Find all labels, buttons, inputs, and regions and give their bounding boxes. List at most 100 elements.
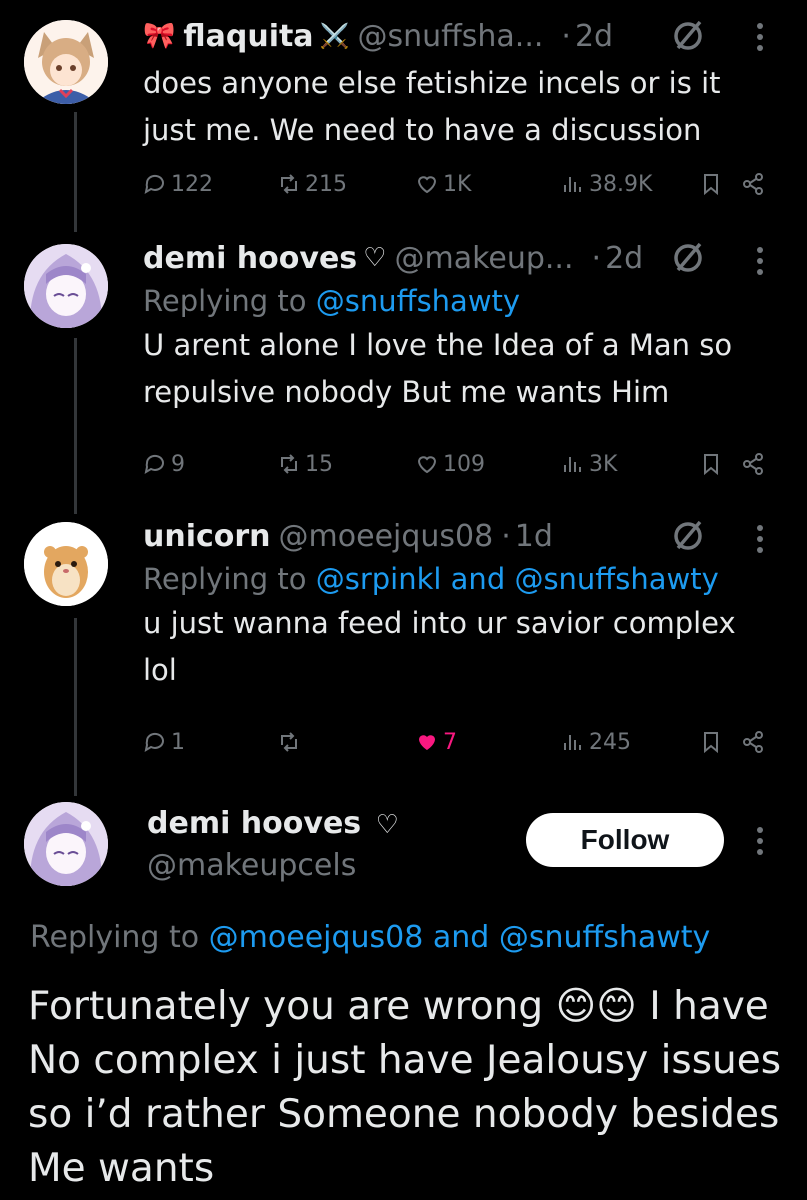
action-bar: 122 215 1K 38.9K <box>143 166 773 202</box>
follow-button[interactable]: Follow <box>526 813 724 867</box>
author-handle[interactable]: @makeupcels <box>147 848 356 883</box>
author-handle[interactable]: @moeejqus08 <box>279 519 494 554</box>
tweet-text-line: u just wanna feed into ur savior complex <box>143 606 736 640</box>
views-button[interactable]: 3K <box>561 446 617 482</box>
tweet-text-line: Fortunately you are wrong 😊😊 I have <box>28 984 769 1029</box>
tweet-text-line: U arent alone I love the Idea of a Man s… <box>143 328 733 362</box>
timestamp[interactable]: 1d <box>515 519 553 554</box>
like-button[interactable]: 7 <box>415 724 457 760</box>
bookmark-button[interactable] <box>699 166 723 202</box>
views-icon <box>564 457 581 472</box>
repost-count: 215 <box>305 171 347 197</box>
like-button[interactable]: 1K <box>415 166 471 202</box>
repost-button[interactable]: 15 <box>277 446 333 482</box>
reply-icon <box>144 454 164 475</box>
avatar[interactable] <box>24 522 108 606</box>
views-icon <box>564 177 581 192</box>
swords-emoji: ⚔️ <box>319 22 350 50</box>
author-handle[interactable]: @makeup... <box>394 241 573 276</box>
views-count: 245 <box>589 729 631 755</box>
verified-slash-icon[interactable] <box>670 518 706 554</box>
share-button[interactable] <box>741 724 765 760</box>
more-icon[interactable] <box>755 826 765 856</box>
reply-count: 122 <box>171 171 213 197</box>
reply-count: 1 <box>171 729 185 755</box>
avatar[interactable] <box>24 20 108 104</box>
author-handle[interactable]: @snuffsha... <box>357 19 543 54</box>
heart-icon: ♡ <box>375 810 399 840</box>
action-bar: 9 15 109 3K <box>143 446 773 482</box>
verified-slash-icon[interactable] <box>670 18 706 54</box>
share-icon <box>743 173 763 195</box>
more-icon[interactable] <box>755 22 765 52</box>
views-icon <box>564 735 581 750</box>
repost-button[interactable]: 215 <box>277 166 347 202</box>
repost-icon <box>281 174 297 194</box>
tweet-text: u just wanna feed into ur savior complex… <box>143 600 777 694</box>
bow-emoji: 🎀 <box>143 21 176 51</box>
bookmark-icon <box>704 174 718 196</box>
views-count: 38.9K <box>589 171 653 197</box>
timestamp[interactable]: 2d <box>575 19 613 54</box>
replying-to-label: Replying to <box>30 920 209 955</box>
reply-button[interactable]: 9 <box>143 446 185 482</box>
mention-link[interactable]: @srpinkl and @snuffshawty <box>316 562 719 596</box>
tweet-text: does anyone else fetishize incels or is … <box>143 60 777 154</box>
like-icon <box>417 456 437 474</box>
replying-to-label: Replying to <box>143 284 316 318</box>
timestamp[interactable]: 2d <box>605 241 643 276</box>
repost-icon <box>281 454 297 474</box>
reply-icon <box>144 174 164 195</box>
reply-count: 9 <box>171 451 185 477</box>
tweet-text-line: repulsive nobody But me wants Him <box>143 375 670 409</box>
views-count: 3K <box>589 451 618 477</box>
tweet-text-line: lol <box>143 653 177 687</box>
avatar-image <box>24 20 108 104</box>
avatar[interactable] <box>24 802 108 886</box>
repost-icon <box>281 732 297 752</box>
repost-count: 15 <box>305 451 333 477</box>
author-name-text: demi hooves <box>147 806 362 841</box>
reply-button[interactable]: 122 <box>143 166 213 202</box>
separator-dot: · <box>591 240 602 276</box>
tweet-text: U arent alone I love the Idea of a Man s… <box>143 322 777 416</box>
replying-to: Replying to @moeejqus08 and @snuffshawty <box>30 920 710 955</box>
tweet-text-line: Me wants <box>28 1146 215 1191</box>
like-button[interactable]: 109 <box>415 446 485 482</box>
bookmark-button[interactable] <box>699 724 723 760</box>
tweet-text-line: just me. We need to have a discussion <box>143 113 702 147</box>
author-name[interactable]: unicorn <box>143 519 271 554</box>
views-button[interactable]: 245 <box>561 724 631 760</box>
share-button[interactable] <box>741 446 765 482</box>
mention-link[interactable]: @snuffshawty <box>499 920 710 955</box>
avatar[interactable] <box>24 244 108 328</box>
reply-button[interactable]: 1 <box>143 724 185 760</box>
tweet-text: Fortunately you are wrong 😊😊 I have No c… <box>28 980 788 1196</box>
avatar-image <box>24 802 108 886</box>
like-count: 1K <box>443 171 472 197</box>
author-name[interactable]: demi hooves <box>143 241 357 276</box>
mention-link[interactable]: @snuffshawty <box>316 284 520 318</box>
replying-to: Replying to @snuffshawty <box>143 284 777 318</box>
replying-to-label: Replying to <box>143 562 316 596</box>
bookmark-icon <box>704 732 718 754</box>
avatar-image <box>24 522 108 606</box>
author-name[interactable]: demi hooves ♡ <box>147 806 399 841</box>
tweet-text-line: does anyone else fetishize incels or is … <box>143 66 721 100</box>
thread-line <box>74 112 77 232</box>
bookmark-button[interactable] <box>699 446 723 482</box>
more-icon[interactable] <box>755 246 765 276</box>
mention-link[interactable]: @moeejqus08 <box>209 920 424 955</box>
replying-to: Replying to @srpinkl and @snuffshawty <box>143 562 777 596</box>
more-icon[interactable] <box>755 524 765 554</box>
repost-button[interactable] <box>277 724 305 760</box>
share-button[interactable] <box>741 166 765 202</box>
bookmark-icon <box>704 454 718 476</box>
author-name[interactable]: flaquita <box>183 19 313 54</box>
verified-slash-icon[interactable] <box>670 240 706 276</box>
tweet-text-line: so i’d rather Someone nobody besides <box>28 1092 780 1137</box>
like-count: 7 <box>443 729 457 755</box>
share-icon <box>743 731 763 753</box>
thread-line <box>74 338 77 514</box>
views-button[interactable]: 38.9K <box>561 166 652 202</box>
